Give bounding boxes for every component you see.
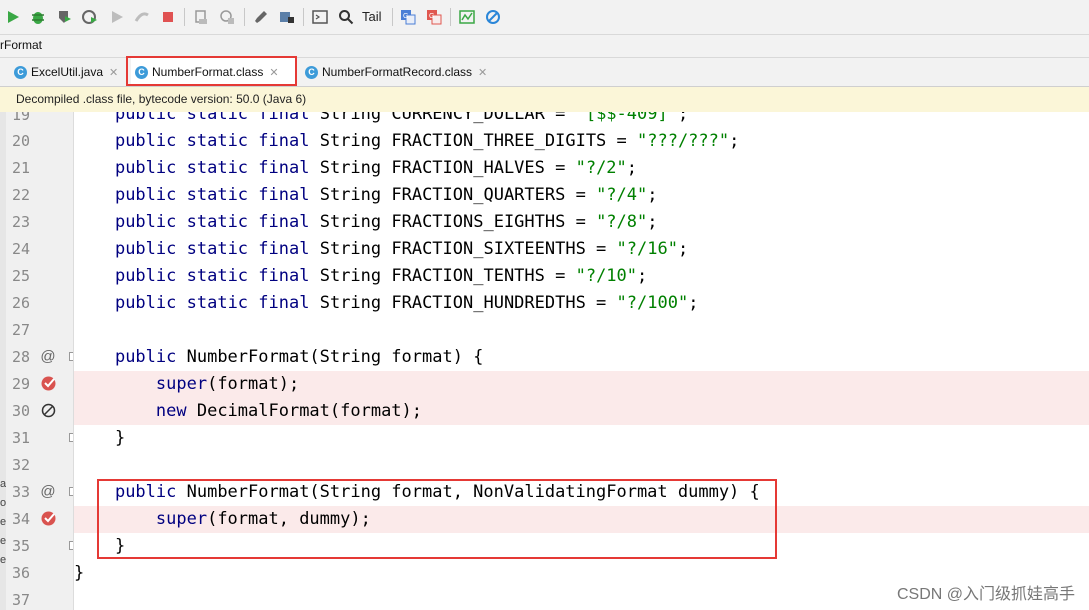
code-line: public static final String FRACTION_THRE… (114, 131, 740, 151)
line-number: 24 (12, 240, 31, 258)
code-line-breakpoint: super(format); (74, 371, 1089, 398)
line-number: 28 (12, 348, 31, 366)
debug-icon[interactable] (28, 7, 48, 27)
line-number: 23 (12, 213, 31, 231)
terminal-icon[interactable] (310, 7, 330, 27)
build-icon[interactable] (191, 7, 211, 27)
navigation-bar: rFormat (0, 35, 1089, 58)
decompiled-banner: Decompiled .class file, bytecode version… (0, 87, 1089, 113)
resume-icon[interactable] (107, 7, 127, 27)
override-icon[interactable]: @ (40, 348, 56, 365)
line-number: 20 (12, 132, 31, 150)
code-line-breakpoint: new DecimalFormat(format); (74, 398, 1089, 425)
line-number: 26 (12, 294, 31, 312)
settings-icon[interactable] (251, 7, 271, 27)
tab-label: NumberFormatRecord.class (322, 65, 473, 79)
cancel-icon[interactable] (483, 7, 503, 27)
project-structure-icon[interactable] (277, 7, 297, 27)
banner-text: Decompiled .class file, bytecode version… (16, 92, 307, 106)
line-number: 37 (12, 591, 31, 609)
line-number: 22 (12, 186, 31, 204)
line-number: 35 (12, 537, 31, 555)
highlight-box-tab (126, 56, 297, 86)
class-icon: C (305, 65, 318, 79)
line-number: 27 (12, 321, 31, 339)
editor-gutter: 19 20 21 22 23 24 25 26 27 28 29 30 31 3… (6, 112, 74, 610)
close-icon[interactable]: ✕ (109, 66, 118, 79)
code-line: public static final String FRACTIONS_EIG… (114, 212, 658, 232)
code-line: public static final String CURRENCY_DOLL… (114, 112, 689, 124)
line-number: 32 (12, 456, 31, 474)
tab-label: ExcelUtil.java (31, 65, 104, 79)
watermark: CSDN @入门级抓娃高手 (896, 586, 1075, 603)
code-line: public static final String FRACTION_HALV… (114, 158, 638, 178)
code-line: } (74, 428, 126, 448)
main-toolbar: Tail G G (0, 0, 1089, 35)
breakpoint-icon[interactable] (40, 510, 56, 526)
override-icon[interactable]: @ (40, 483, 56, 500)
translate-alt-icon[interactable]: G (424, 7, 444, 27)
code-line: public static final String FRACTION_SIXT… (114, 239, 689, 259)
line-number: 33 (12, 483, 31, 501)
tail-button[interactable]: Tail (362, 9, 382, 24)
tab-numberformatrecord[interactable]: C NumberFormatRecord.class ✕ (301, 58, 507, 86)
line-number: 21 (12, 159, 31, 177)
tab-excelutil[interactable]: C ExcelUtil.java ✕ (10, 58, 124, 86)
code-line: public static final String FRACTION_TENT… (114, 266, 648, 286)
stop-icon[interactable] (158, 7, 178, 27)
line-number: 29 (12, 375, 31, 393)
close-icon[interactable]: ✕ (478, 66, 487, 79)
line-number: 19 (12, 112, 31, 124)
monitor-icon[interactable] (457, 7, 477, 27)
attach-icon[interactable] (132, 7, 152, 27)
coverage-icon[interactable] (54, 7, 74, 27)
code-line: public static final String FRACTION_QUAR… (114, 185, 658, 205)
line-number: 34 (12, 510, 31, 528)
code-line: public static final String FRACTION_HUND… (114, 293, 699, 313)
disabled-breakpoint-icon[interactable] (40, 402, 56, 418)
class-icon: C (14, 65, 27, 79)
translate-icon[interactable]: G (398, 7, 418, 27)
code-line: public NumberFormat(String format) { (114, 347, 484, 367)
rebuild-icon[interactable] (217, 7, 237, 27)
highlight-box-constructor (97, 479, 777, 559)
breakpoint-icon[interactable] (40, 375, 56, 391)
profile-icon[interactable] (80, 7, 100, 27)
line-number: 31 (12, 429, 31, 447)
svg-text:G: G (429, 13, 434, 20)
line-number: 30 (12, 402, 31, 420)
line-number: 25 (12, 267, 31, 285)
run-icon[interactable] (3, 7, 23, 27)
line-number: 36 (12, 564, 31, 582)
search-icon[interactable] (336, 7, 356, 27)
svg-text:G: G (403, 13, 408, 20)
breadcrumb[interactable]: rFormat (0, 38, 42, 52)
